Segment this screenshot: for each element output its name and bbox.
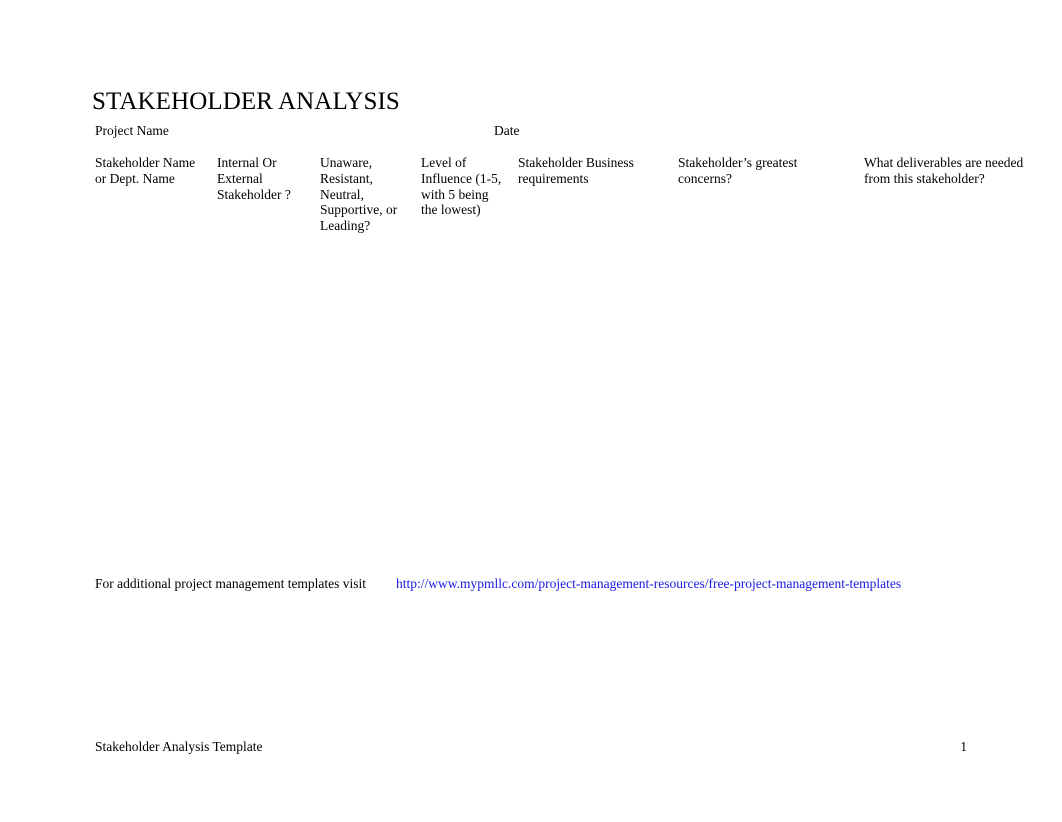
cell-attitude[interactable] <box>320 292 421 348</box>
cell-attitude[interactable] <box>320 404 421 460</box>
cell-greatest-concerns[interactable] <box>678 404 864 460</box>
cell-attitude[interactable] <box>320 236 421 292</box>
project-name-label: Project Name <box>95 123 169 138</box>
cell-level-of-influence[interactable] <box>421 460 518 516</box>
cell-stakeholder-name[interactable] <box>95 516 217 572</box>
additional-templates-label: For additional project management templa… <box>95 576 367 591</box>
cell-stakeholder-name[interactable] <box>95 404 217 460</box>
column-header-internal-or-external: Internal Or External Stakeholder ? <box>217 155 291 202</box>
document-page: STAKEHOLDER ANALYSIS Project Name Date S… <box>0 0 1062 822</box>
table-row[interactable] <box>95 236 1037 292</box>
cell-internal-or-external[interactable] <box>217 516 320 572</box>
date-label: Date <box>494 123 520 138</box>
page-footer: Stakeholder Analysis Template 1 <box>95 738 967 756</box>
table-row[interactable] <box>95 460 1037 516</box>
table-row[interactable] <box>95 516 1037 572</box>
column-header-attitude: Unaware, Resistant, Neutral, Supportive,… <box>320 155 398 234</box>
table-body <box>95 236 1037 572</box>
stakeholder-analysis-table: Stakeholder Name or Dept. Name Internal … <box>95 155 1037 572</box>
project-meta-row: Project Name Date <box>95 122 965 140</box>
cell-deliverables-needed[interactable] <box>864 404 1037 460</box>
cell-deliverables-needed[interactable] <box>864 460 1037 516</box>
cell-deliverables-needed[interactable] <box>864 516 1037 572</box>
cell-stakeholder-name[interactable] <box>95 292 217 348</box>
table-header-row: Stakeholder Name or Dept. Name Internal … <box>95 155 1037 236</box>
cell-greatest-concerns[interactable] <box>678 236 864 292</box>
cell-deliverables-needed[interactable] <box>864 236 1037 292</box>
cell-greatest-concerns[interactable] <box>678 292 864 348</box>
table-row[interactable] <box>95 348 1037 404</box>
table-header: Stakeholder Name or Dept. Name Internal … <box>95 155 1037 236</box>
cell-level-of-influence[interactable] <box>421 404 518 460</box>
cell-greatest-concerns[interactable] <box>678 516 864 572</box>
table-row[interactable] <box>95 292 1037 348</box>
cell-attitude[interactable] <box>320 348 421 404</box>
templates-url-link[interactable]: http://www.mypmllc.com/project-managemen… <box>396 575 901 592</box>
cell-business-requirements[interactable] <box>518 460 678 516</box>
column-header-stakeholder-name: Stakeholder Name or Dept. Name <box>95 155 196 186</box>
cell-stakeholder-name[interactable] <box>95 236 217 292</box>
cell-internal-or-external[interactable] <box>217 348 320 404</box>
cell-stakeholder-name[interactable] <box>95 348 217 404</box>
column-header-deliverables-needed: What deliverables are needed from this s… <box>864 155 1024 186</box>
cell-internal-or-external[interactable] <box>217 460 320 516</box>
cell-greatest-concerns[interactable] <box>678 348 864 404</box>
cell-greatest-concerns[interactable] <box>678 460 864 516</box>
cell-business-requirements[interactable] <box>518 516 678 572</box>
page-title: STAKEHOLDER ANALYSIS <box>92 87 400 115</box>
cell-internal-or-external[interactable] <box>217 404 320 460</box>
page-number: 1 <box>960 739 967 754</box>
cell-level-of-influence[interactable] <box>421 516 518 572</box>
cell-business-requirements[interactable] <box>518 404 678 460</box>
cell-deliverables-needed[interactable] <box>864 348 1037 404</box>
cell-level-of-influence[interactable] <box>421 292 518 348</box>
cell-level-of-influence[interactable] <box>421 348 518 404</box>
cell-attitude[interactable] <box>320 460 421 516</box>
cell-business-requirements[interactable] <box>518 292 678 348</box>
column-header-business-requirements: Stakeholder Business requirements <box>518 155 634 186</box>
page-footer-document-name: Stakeholder Analysis Template <box>95 739 263 754</box>
table-row[interactable] <box>95 404 1037 460</box>
additional-templates-note: For additional project management templa… <box>95 575 975 593</box>
cell-internal-or-external[interactable] <box>217 292 320 348</box>
column-header-greatest-concerns: Stakeholder’s greatest concerns? <box>678 155 798 186</box>
cell-deliverables-needed[interactable] <box>864 292 1037 348</box>
cell-level-of-influence[interactable] <box>421 236 518 292</box>
cell-stakeholder-name[interactable] <box>95 460 217 516</box>
cell-business-requirements[interactable] <box>518 236 678 292</box>
column-header-level-of-influence: Level of Influence (1-5, with 5 being th… <box>421 155 502 218</box>
cell-attitude[interactable] <box>320 516 421 572</box>
cell-business-requirements[interactable] <box>518 348 678 404</box>
cell-internal-or-external[interactable] <box>217 236 320 292</box>
